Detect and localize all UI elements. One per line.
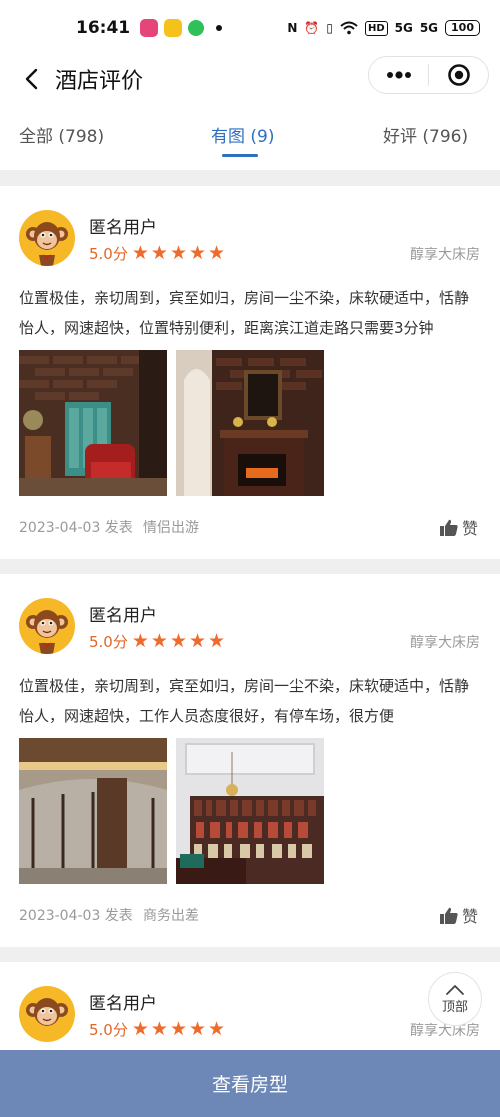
tab-all[interactable]: 全部 (798): [19, 122, 104, 147]
thumbs-up-icon: [439, 519, 458, 536]
review-text: 位置极佳，亲切周到，宾至如归，房间一尘不染，床软硬适中，恬静怡人，网速超快，位置…: [19, 289, 470, 337]
wechat-icon: [188, 20, 205, 36]
monkey-avatar-icon: [26, 610, 68, 654]
review-date: 2023-04-03 发表: [19, 520, 133, 536]
review-text: 位置极佳，亲切周到，宾至如归，房间一尘不染，床软硬适中，恬静怡人，网速超快，工作…: [19, 677, 470, 725]
back-to-top-label: 顶部: [441, 999, 468, 1015]
avatar: [19, 598, 75, 654]
review-card: 匿名用户 5.0分 ★ ★ ★ ★ ★ 醇享大床房: [0, 962, 500, 1050]
star-rating: ★ ★ ★ ★ ★: [132, 1020, 225, 1039]
star-icon: ★: [169, 242, 187, 264]
score-value: 5.0分: [89, 633, 128, 651]
tab-with-photos[interactable]: 有图 (9): [211, 122, 274, 147]
star-rating: ★ ★ ★ ★ ★: [132, 244, 225, 263]
miniprogram-capsule: [368, 56, 489, 94]
close-miniprogram-button[interactable]: [429, 56, 488, 94]
review-card: 匿名用户 5.0分 ★ ★ ★ ★ ★ 醇享大床房 位置极佳，亲切周到，宾至如归…: [0, 186, 500, 559]
room-type: 醇享大床房: [410, 247, 480, 263]
like-label: 赞: [461, 907, 478, 926]
avatar: [19, 210, 75, 266]
back-to-top-button[interactable]: 顶部: [428, 972, 482, 1026]
reviewer-name: 匿名用户: [89, 606, 157, 626]
star-icon: ★: [150, 242, 168, 264]
star-icon: ★: [189, 630, 207, 652]
star-icon: ★: [208, 242, 226, 264]
page-title: 酒店评价: [55, 69, 144, 94]
trip-type: 情侣出游: [143, 520, 199, 536]
star-icon: ★: [131, 1018, 149, 1040]
monkey-avatar-icon: [26, 222, 68, 266]
back-button[interactable]: [16, 62, 46, 96]
star-icon: ★: [131, 242, 149, 264]
hd-icon: HD: [364, 20, 388, 36]
review-photo[interactable]: [19, 738, 167, 884]
review-score: 5.0分 ★ ★ ★ ★ ★: [89, 1019, 225, 1040]
status-indicators: N ⏰ ▯ HD 5G 5G 100: [287, 20, 480, 36]
room-type: 醇享大床房: [410, 635, 480, 651]
like-label: 赞: [461, 519, 478, 538]
review-score: 5.0分 ★ ★ ★ ★ ★: [89, 243, 225, 264]
wifi-icon: [340, 21, 358, 35]
thumbs-up-icon: [439, 907, 458, 924]
star-icon: ★: [131, 630, 149, 652]
review-score: 5.0分 ★ ★ ★ ★ ★: [89, 631, 225, 652]
status-bar: 16:41 N ⏰ ▯ HD 5G 5G 100: [0, 0, 500, 56]
review-date: 2023-04-03 发表: [19, 908, 133, 924]
trip-type: 商务出差: [143, 908, 199, 924]
active-tab-indicator: [222, 154, 258, 157]
target-icon: [447, 64, 470, 86]
status-time: 16:41: [76, 18, 131, 38]
signal-5g-icon: 5G: [419, 21, 439, 35]
review-photo[interactable]: [176, 738, 324, 884]
review-card: 匿名用户 5.0分 ★ ★ ★ ★ ★ 醇享大床房 位置极佳，亲切周到，宾至如归…: [0, 574, 500, 947]
star-icon: ★: [150, 1018, 168, 1040]
vibrate-icon: ▯: [326, 21, 333, 35]
score-value: 5.0分: [89, 1021, 128, 1039]
chevron-left-icon: [25, 68, 38, 90]
review-filter-tabs: 全部 (798) 有图 (9) 好评 (796): [0, 102, 500, 170]
star-icon: ★: [169, 1018, 187, 1040]
star-icon: ★: [189, 1018, 207, 1040]
like-button[interactable]: 赞: [439, 515, 478, 539]
more-button[interactable]: [369, 56, 428, 94]
more-dots-icon: [386, 71, 411, 79]
notification-icons: [140, 19, 223, 37]
star-icon: ★: [150, 630, 168, 652]
battery-icon: 100: [445, 20, 480, 36]
star-icon: ★: [189, 242, 207, 264]
nav-bar: 酒店评价: [0, 56, 500, 102]
chevron-up-icon: [446, 984, 464, 995]
app-notification-icon: [140, 19, 159, 37]
avatar: [19, 986, 75, 1042]
nfc-icon: N: [287, 21, 298, 35]
star-icon: ★: [208, 630, 226, 652]
like-button[interactable]: 赞: [439, 903, 478, 927]
monkey-avatar-icon: [26, 998, 68, 1026]
tab-positive[interactable]: 好评 (796): [383, 122, 468, 147]
review-photo[interactable]: [19, 350, 167, 496]
more-notifications-icon: [216, 25, 223, 31]
star-icon: ★: [169, 630, 187, 652]
star-rating: ★ ★ ★ ★ ★: [132, 632, 225, 651]
signal-5g-icon: 5G: [394, 21, 413, 35]
app-notification-icon: [164, 19, 183, 37]
reviewer-name: 匿名用户: [89, 218, 157, 238]
alarm-icon: ⏰: [304, 21, 320, 35]
review-photo[interactable]: [176, 350, 324, 496]
reviewer-name: 匿名用户: [89, 994, 157, 1014]
star-icon: ★: [208, 1018, 226, 1040]
view-rooms-button[interactable]: 查看房型: [0, 1050, 500, 1117]
score-value: 5.0分: [89, 245, 128, 263]
